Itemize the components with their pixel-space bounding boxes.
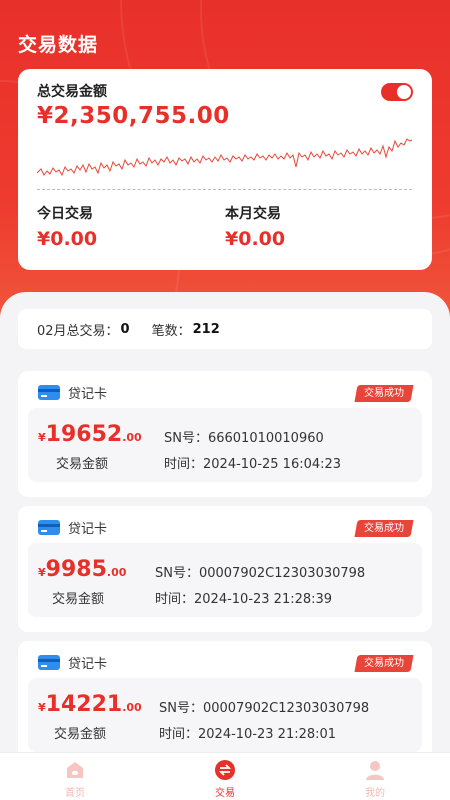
exchange-icon: [214, 759, 236, 781]
amount-visibility-toggle[interactable]: [381, 83, 413, 101]
transaction-details: ¥19652.00 交易金额 SN号：66601010010960 时间：202…: [28, 408, 422, 482]
transaction-time: 时间：2024-10-23 21:28:39: [155, 592, 333, 607]
total-amount-label: 总交易金额: [37, 84, 107, 100]
tab-mine[interactable]: 我的: [345, 759, 405, 799]
month-total-value: 0: [120, 321, 130, 337]
tab-trade[interactable]: 交易: [195, 759, 255, 799]
transaction-amount: ¥9985.00: [38, 557, 127, 582]
tab-trade-label: 交易: [215, 788, 235, 799]
transaction-card[interactable]: 贷记卡 交易成功 ¥19652.00 交易金额 SN号：666010100109…: [18, 371, 432, 497]
transaction-amount: ¥14221.00: [38, 692, 142, 717]
status-badge: 交易成功: [354, 520, 414, 537]
total-amount-value: ¥2,350,755.00: [37, 103, 230, 129]
amount-label: 交易金额: [52, 592, 105, 607]
card-type: 贷记卡: [68, 657, 108, 672]
transaction-list-panel: 02月总交易： 0 笔数： 212 贷记卡 交易成功 ¥19652.00 交易金…: [0, 292, 450, 752]
status-badge: 交易成功: [354, 655, 414, 672]
month-summary-bar: 02月总交易： 0 笔数： 212: [18, 309, 432, 349]
status-badge: 交易成功: [354, 385, 414, 402]
transaction-amount: ¥19652.00: [38, 422, 142, 447]
home-icon: [64, 759, 86, 781]
transaction-details: ¥9985.00 交易金额 SN号：00007902C12303030798 时…: [28, 543, 422, 617]
amount-label: 交易金额: [54, 727, 107, 742]
month-value: ¥0.00: [225, 228, 286, 250]
transaction-card[interactable]: 贷记卡 交易成功 ¥9985.00 交易金额 SN号：00007902C1230…: [18, 506, 432, 632]
user-icon: [364, 759, 386, 781]
month-count-value: 212: [192, 321, 220, 337]
bank-card-icon: [38, 655, 60, 670]
toggle-knob: [397, 85, 411, 99]
sn-number: SN号：66601010010960: [164, 431, 324, 446]
bank-card-icon: [38, 520, 60, 535]
month-total-label: 02月总交易：: [37, 323, 119, 339]
month-stat: 本月交易 ¥0.00: [225, 203, 285, 250]
transaction-card[interactable]: 贷记卡 交易成功 ¥14221.00 交易金额 SN号：00007902C123…: [18, 641, 432, 752]
month-label: 本月交易: [225, 206, 281, 222]
today-value: ¥0.00: [37, 228, 98, 250]
trend-sparkline: [37, 138, 412, 177]
sn-number: SN号：00007902C12303030798: [159, 701, 370, 716]
sn-number: SN号：00007902C12303030798: [155, 566, 366, 581]
tab-home-label: 首页: [65, 788, 85, 799]
month-count-label: 笔数：: [151, 323, 191, 339]
card-type: 贷记卡: [68, 387, 108, 402]
today-stat: 今日交易 ¥0.00: [37, 203, 97, 250]
transaction-time: 时间：2024-10-23 21:28:01: [159, 727, 337, 742]
transaction-time: 时间：2024-10-25 16:04:23: [164, 457, 342, 472]
today-label: 今日交易: [37, 206, 93, 222]
transaction-details: ¥14221.00 交易金额 SN号：00007902C12303030798 …: [28, 678, 422, 752]
summary-card: 总交易金额 ¥2,350,755.00 今日交易 ¥0.00 本月交易 ¥0.0…: [18, 69, 432, 270]
page-title: 交易数据: [18, 34, 99, 56]
amount-label: 交易金额: [56, 457, 109, 472]
bottom-tab-bar: 首页 交易 我的: [0, 752, 450, 800]
tab-mine-label: 我的: [365, 788, 385, 799]
divider: [37, 189, 412, 190]
bank-card-icon: [38, 385, 60, 400]
tab-home[interactable]: 首页: [45, 759, 105, 799]
card-type: 贷记卡: [68, 522, 108, 537]
